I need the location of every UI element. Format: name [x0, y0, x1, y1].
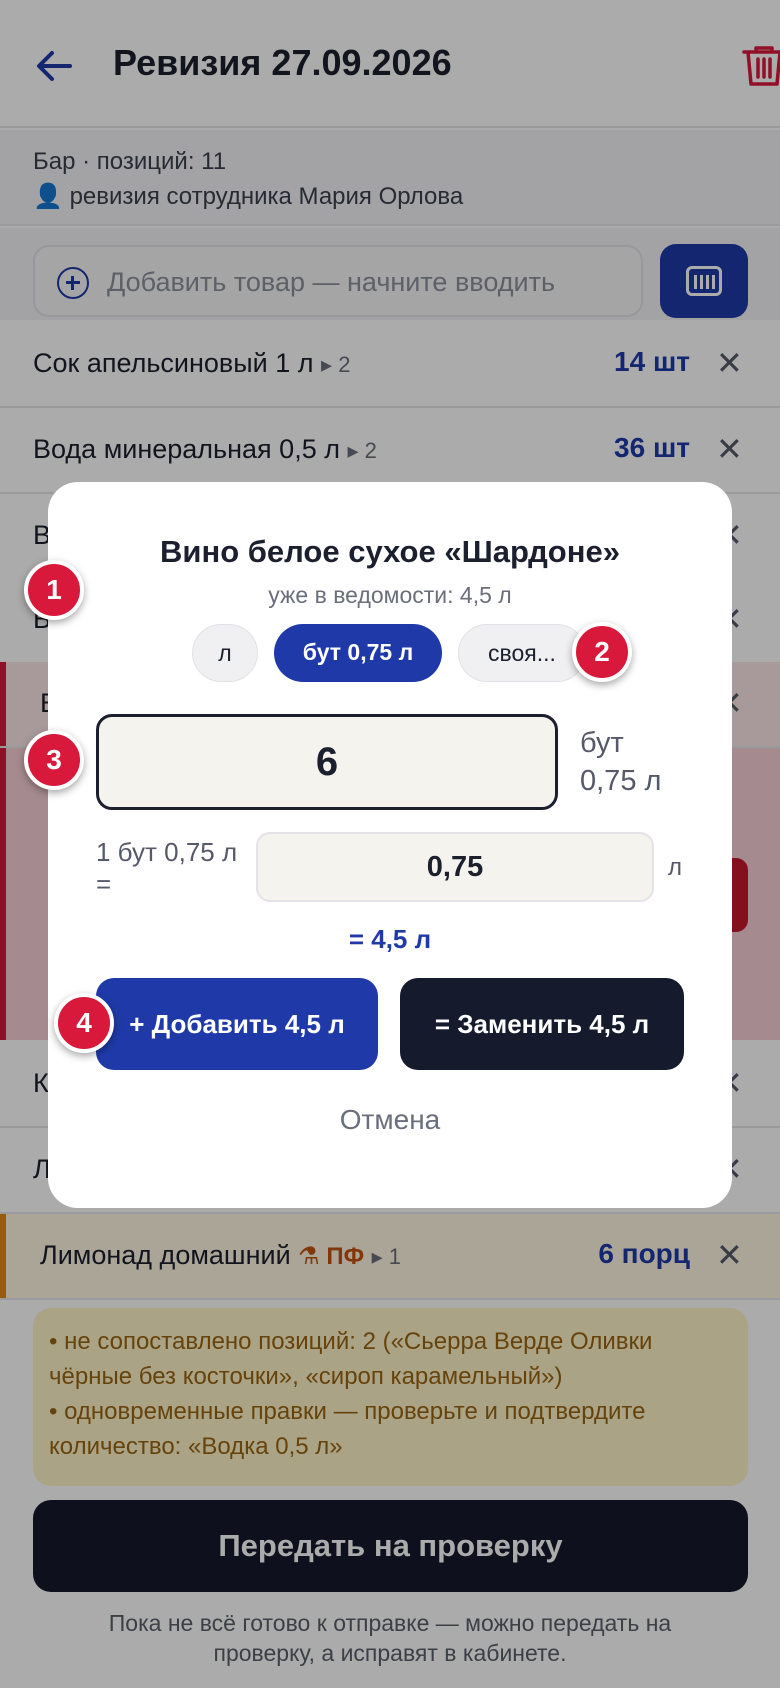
cancel-button[interactable]: Отмена [48, 1104, 732, 1136]
quantity-dialog: Вино белое сухое «Шардоне» уже в ведомос… [48, 482, 732, 1208]
callout-badge-2: 2 [572, 622, 632, 682]
quantity-unit-line: бут [580, 727, 624, 759]
add-quantity-button[interactable]: + Добавить 4,5 л [96, 978, 378, 1070]
callout-badge-1: 1 [24, 560, 84, 620]
unit-option-liters[interactable]: л [192, 624, 258, 682]
quantity-unit-label: бут 0,75 л [580, 724, 661, 800]
quantity-unit-line: 0,75 л [580, 765, 662, 797]
quantity-input[interactable]: 6 [96, 714, 558, 810]
unit-option-custom[interactable]: своя... [458, 624, 586, 682]
callout-badge-3: 3 [24, 730, 84, 790]
unit-option-bottle[interactable]: бут 0,75 л [274, 624, 442, 682]
dialog-subtitle: уже в ведомости: 4,5 л [268, 582, 512, 608]
conversion-input[interactable]: 0,75 [256, 832, 654, 902]
callout-badge-4: 4 [54, 993, 114, 1053]
dialog-title: Вино белое сухое «Шардоне» [160, 534, 620, 569]
total-amount: = 4,5 л [348, 924, 432, 954]
conversion-unit: л [668, 854, 683, 881]
replace-quantity-button[interactable]: = Заменить 4,5 л [400, 978, 684, 1070]
conversion-label: 1 бут 0,75 л = [96, 837, 238, 899]
